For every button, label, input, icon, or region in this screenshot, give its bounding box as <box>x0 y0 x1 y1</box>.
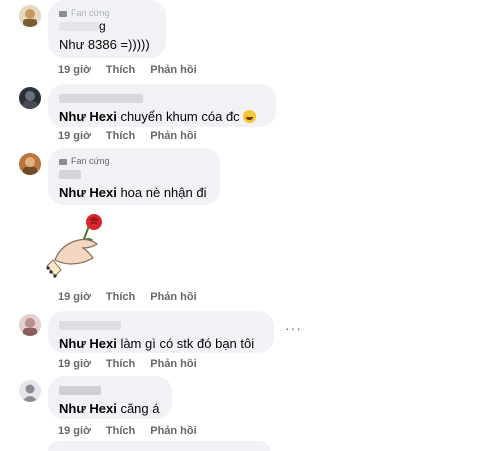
fan-badge-icon <box>59 10 67 17</box>
like-button[interactable]: Thích <box>106 64 135 76</box>
blurred-name <box>59 386 101 396</box>
like-button[interactable]: Thích <box>106 425 135 437</box>
avatar[interactable] <box>19 153 41 175</box>
comment-author[interactable] <box>59 383 161 398</box>
comment-author[interactable] <box>59 318 263 333</box>
comment-text: Như Hexi làm gì có stk đó bạn tôi <box>59 335 263 352</box>
comment-bubble: Fan cứng g Như 8386 =))))) <box>48 0 166 58</box>
comment-text: Như 8386 =))))) <box>59 37 150 52</box>
badge-label: Fan cứng <box>71 156 110 166</box>
like-button[interactable]: Thích <box>106 358 135 370</box>
fan-badge-icon <box>59 158 67 165</box>
comment-body: chuyển khum cóa đc <box>116 109 240 124</box>
like-button[interactable]: Thích <box>106 291 135 303</box>
avatar-image <box>19 87 41 109</box>
reply-button[interactable]: Phản hồi <box>150 130 196 142</box>
comment-text: Như Hexi chuyển khum cóa đc <box>59 108 265 125</box>
comment-time[interactable]: 19 giờ <box>58 130 91 142</box>
comment-author[interactable] <box>59 167 209 182</box>
reply-button[interactable]: Phản hồi <box>150 291 196 303</box>
blurred-name <box>59 22 99 32</box>
default-avatar-icon <box>19 380 41 402</box>
fan-badge: Fan cứng <box>59 155 209 167</box>
comment-bubble: Như Hexi làm gì có stk đó bạn tôi <box>48 311 274 353</box>
comment-body: làm gì có stk đó bạn tôi <box>116 336 255 351</box>
avatar[interactable] <box>19 380 41 402</box>
comment-time[interactable]: 19 giờ <box>58 291 91 303</box>
avatar[interactable] <box>19 5 41 27</box>
comment-actions: 19 giờ Thích Phản hồi <box>58 357 212 371</box>
avatar[interactable] <box>19 314 41 336</box>
comment-actions: 19 giờ Thích Phản hồi <box>58 424 212 438</box>
badge-label: Fan cứng <box>71 8 110 18</box>
reply-button[interactable]: Phản hồi <box>150 425 196 437</box>
like-button[interactable]: Thích <box>106 130 135 142</box>
next-comment-bubble-edge <box>48 441 270 451</box>
comment-author[interactable]: g <box>59 19 155 34</box>
hand-holding-rose-sticker <box>46 214 102 278</box>
comment-bubble: Như Hexi chuyển khum cóa đc <box>48 84 276 127</box>
avatar[interactable] <box>19 87 41 109</box>
author-tail: g <box>99 19 106 33</box>
laughing-tears-emoji-icon <box>242 110 256 123</box>
comment-text: Như Hexi căng á <box>59 400 161 417</box>
avatar-image <box>19 314 41 336</box>
comment-body: căng á <box>116 401 160 416</box>
comment-actions: 19 giờ Thích Phản hồi <box>58 290 212 304</box>
reply-button[interactable]: Phản hồi <box>150 358 196 370</box>
more-options-icon[interactable]: ··· <box>285 320 302 336</box>
comment-time[interactable]: 19 giờ <box>58 358 91 370</box>
blurred-name <box>59 94 143 104</box>
comment-actions: 19 giờ Thích Phản hồi <box>58 129 212 143</box>
blurred-name <box>59 321 121 331</box>
mention-link[interactable]: Như Hexi <box>59 336 117 351</box>
blurred-name <box>59 170 81 180</box>
comment-bubble: Fan cứng Như Hexi hoa nè nhận đi <box>48 148 220 205</box>
comment-time[interactable]: 19 giờ <box>58 64 91 76</box>
mention-link[interactable]: Như Hexi <box>59 109 117 124</box>
reply-button[interactable]: Phản hồi <box>150 64 196 76</box>
mention-link[interactable]: Như Hexi <box>59 185 117 200</box>
comment-bubble: Như Hexi căng á <box>48 376 172 419</box>
comment-text: Như Hexi hoa nè nhận đi <box>59 184 209 201</box>
mention-link[interactable]: Như Hexi <box>59 401 117 416</box>
avatar-image <box>19 5 41 27</box>
avatar-image <box>19 153 41 175</box>
comment-actions: 19 giờ Thích Phản hồi <box>58 63 212 77</box>
fan-badge: Fan cứng <box>59 7 155 19</box>
comment-body: hoa nè nhận đi <box>116 185 207 200</box>
comment-time[interactable]: 19 giờ <box>58 425 91 437</box>
comment-author[interactable] <box>59 91 265 106</box>
